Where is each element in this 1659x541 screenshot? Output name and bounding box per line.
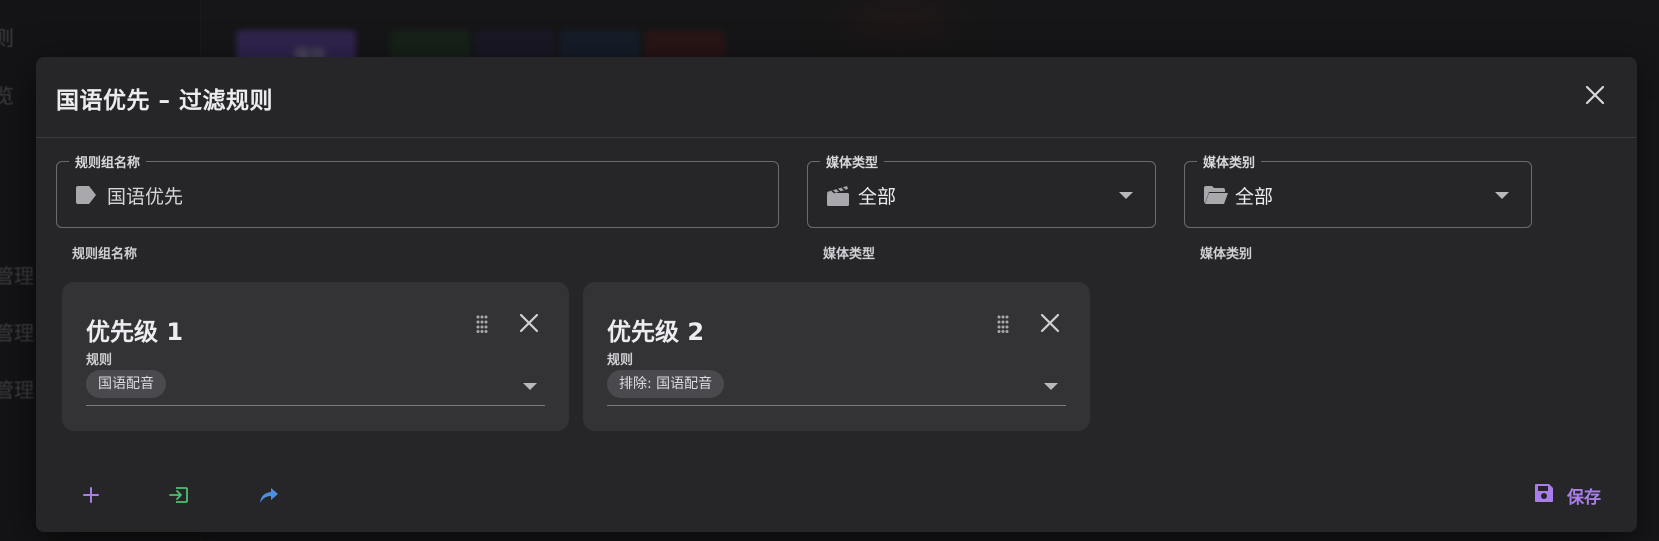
priority-card: 优先级 1 规则 国语配音 [62,282,569,431]
folder-open-icon [1203,185,1228,205]
media-category-legend: 媒体类别 [1197,152,1262,171]
group-name-legend: 规则组名称 [69,152,147,171]
filter-rules-dialog: 国语优先 – 过滤规则 规则组名称 国语优先 规则组名称 媒体类型 全部 媒体类… [36,57,1637,532]
priority-card: 优先级 2 规则 排除: 国语配音 [583,282,1090,431]
drag-handle-icon[interactable] [475,315,489,333]
close-icon[interactable] [1583,83,1607,107]
share-icon[interactable] [258,484,280,506]
media-category-select[interactable]: 媒体类别 全部 [1184,152,1532,228]
close-icon[interactable] [1039,312,1061,334]
close-icon[interactable] [518,312,540,334]
chevron-down-icon[interactable] [1495,192,1509,199]
media-category-value: 全部 [1235,186,1274,208]
save-button[interactable]: 保存 [1533,479,1601,511]
save-icon [1533,482,1555,508]
dialog-title: 国语优先 – 过滤规则 [56,88,274,114]
priority-title: 优先级 1 [86,318,184,346]
chevron-down-icon[interactable] [1044,383,1058,390]
rule-label: 规则 [86,353,113,368]
chevron-down-icon[interactable] [1119,192,1133,199]
movie-clapper-icon [826,185,849,206]
tag-icon [75,185,97,205]
save-label: 保存 [1567,487,1601,508]
media-type-value: 全部 [858,186,897,208]
rule-chip[interactable]: 排除: 国语配音 [607,370,725,398]
rule-select-underline[interactable] [86,405,545,406]
group-name-helper: 规则组名称 [72,247,138,262]
chevron-down-icon[interactable] [523,383,537,390]
rule-label: 规则 [607,353,634,368]
import-icon[interactable] [168,484,190,506]
group-name-input[interactable]: 国语优先 [107,182,183,209]
drag-handle-icon[interactable] [996,315,1010,333]
rule-chip[interactable]: 国语配音 [86,370,166,398]
plus-icon[interactable] [80,484,102,506]
priority-title: 优先级 2 [607,318,705,346]
media-type-helper: 媒体类型 [823,247,876,262]
media-type-legend: 媒体类型 [820,152,885,171]
media-category-helper: 媒体类别 [1200,247,1253,262]
dialog-divider [36,137,1637,138]
group-name-field[interactable]: 规则组名称 国语优先 [56,152,779,228]
rule-select-underline[interactable] [607,405,1066,406]
media-type-select[interactable]: 媒体类型 全部 [807,152,1156,228]
